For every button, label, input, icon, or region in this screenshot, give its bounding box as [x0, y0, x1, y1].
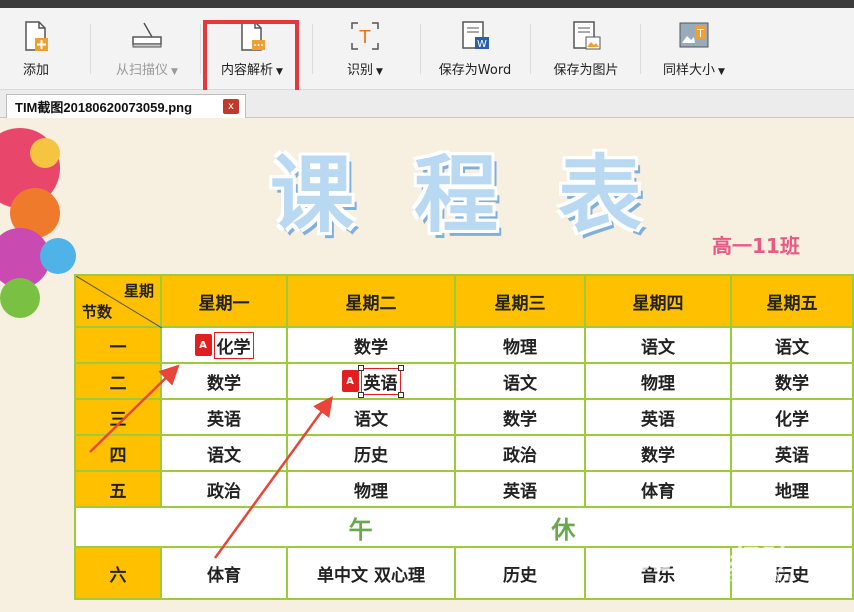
same-size-label: 同样大小 ▼ — [663, 63, 725, 78]
tab-bar: TIM截图20180620073059.png x — [0, 90, 854, 118]
image-file-icon — [569, 19, 603, 53]
scanner-label: 从扫描仪 ▼ — [116, 63, 178, 78]
add-label: 添加 — [22, 63, 49, 78]
tab-title: TIM截图20180620073059.png — [15, 100, 193, 115]
recognize-button[interactable]: T 识别 ▼ — [332, 8, 398, 90]
add-button[interactable]: 添加 — [8, 8, 64, 90]
window-top-strip — [0, 0, 854, 8]
toolbar: 添加 从扫描仪▼ 内容解析▼ T 识别▼ W 保存为Word 保存为图片 — [0, 8, 854, 98]
add-file-icon — [19, 19, 53, 53]
svg-text:W: W — [477, 39, 487, 50]
image-canvas: 课 程 表 高一11班 星期 节数 星期一 星期二 星期三 星期四 星期五 一 … — [0, 118, 854, 612]
recognize-label: 识别 ▼ — [347, 63, 383, 78]
close-icon[interactable]: x — [223, 99, 239, 114]
separator — [90, 24, 91, 74]
save-word-label: 保存为Word — [438, 63, 512, 78]
arrow-annotation — [89, 364, 180, 453]
save-word-button[interactable]: W 保存为Word — [430, 8, 520, 90]
watermark-url: jingyan.baidu.com — [680, 570, 791, 584]
scanner-icon — [130, 19, 164, 53]
arrow-annotation — [213, 395, 333, 559]
separator — [530, 24, 531, 74]
separator — [312, 24, 313, 74]
svg-text:T: T — [696, 27, 704, 40]
text-recognize-icon: T — [348, 19, 382, 53]
separator — [640, 24, 641, 74]
image-text-icon: T — [677, 19, 711, 53]
tab-file[interactable]: TIM截图20180620073059.png x — [6, 94, 246, 118]
highlight-frame — [203, 20, 299, 98]
save-image-button[interactable]: 保存为图片 — [542, 8, 630, 90]
svg-text:T: T — [359, 27, 372, 48]
separator — [200, 24, 201, 74]
same-size-button[interactable]: T 同样大小 ▼ — [656, 8, 732, 90]
save-image-label: 保存为图片 — [553, 63, 619, 78]
word-file-icon: W — [458, 19, 492, 53]
scanner-button[interactable]: 从扫描仪 ▼ — [104, 8, 190, 90]
separator — [420, 24, 421, 74]
